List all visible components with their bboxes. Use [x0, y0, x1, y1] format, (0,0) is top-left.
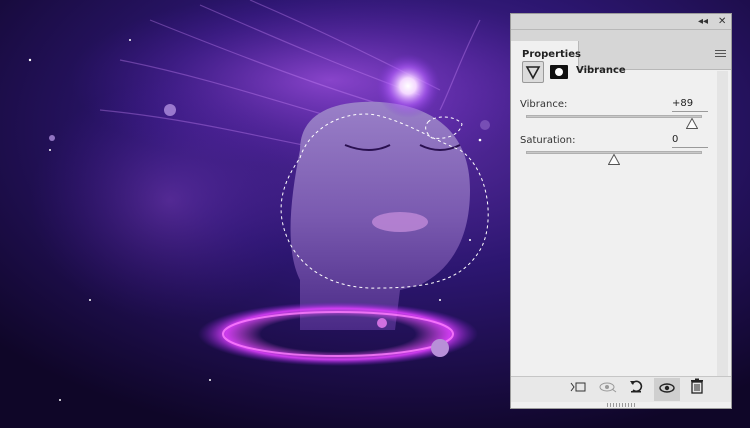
panel-bottom-toolbar — [511, 376, 731, 402]
panel-menu-icon[interactable] — [715, 50, 726, 59]
saturation-label: Saturation: — [520, 135, 576, 146]
properties-panel: ◂◂ ✕ Properties Vibrance Vibrance: +89 S… — [510, 13, 732, 409]
vibrance-adjustment-icon[interactable] — [522, 61, 544, 83]
close-panel-icon[interactable]: ✕ — [718, 15, 726, 28]
delete-icon[interactable] — [684, 378, 710, 401]
saturation-slider-thumb[interactable] — [608, 154, 620, 165]
vibrance-label: Vibrance: — [520, 99, 568, 110]
saturation-value-field[interactable]: 0 — [672, 134, 708, 148]
panel-title-bar: ◂◂ ✕ — [511, 14, 731, 30]
panel-resize-grip[interactable] — [607, 403, 637, 407]
clip-to-layer-icon[interactable] — [565, 378, 591, 401]
visibility-icon[interactable] — [654, 378, 680, 401]
view-previous-icon[interactable] — [595, 378, 621, 401]
vibrance-value-field[interactable]: +89 — [672, 98, 708, 112]
adjustment-header: Vibrance — [521, 60, 721, 84]
reset-icon[interactable] — [623, 378, 649, 401]
vibrance-slider-track[interactable] — [526, 115, 702, 118]
adjustment-name: Vibrance — [576, 65, 626, 76]
layer-mask-icon[interactable] — [550, 65, 568, 79]
vibrance-slider-thumb[interactable] — [686, 118, 699, 129]
panel-scrollbar[interactable] — [717, 71, 728, 376]
collapse-panel-icon[interactable]: ◂◂ — [698, 15, 708, 28]
